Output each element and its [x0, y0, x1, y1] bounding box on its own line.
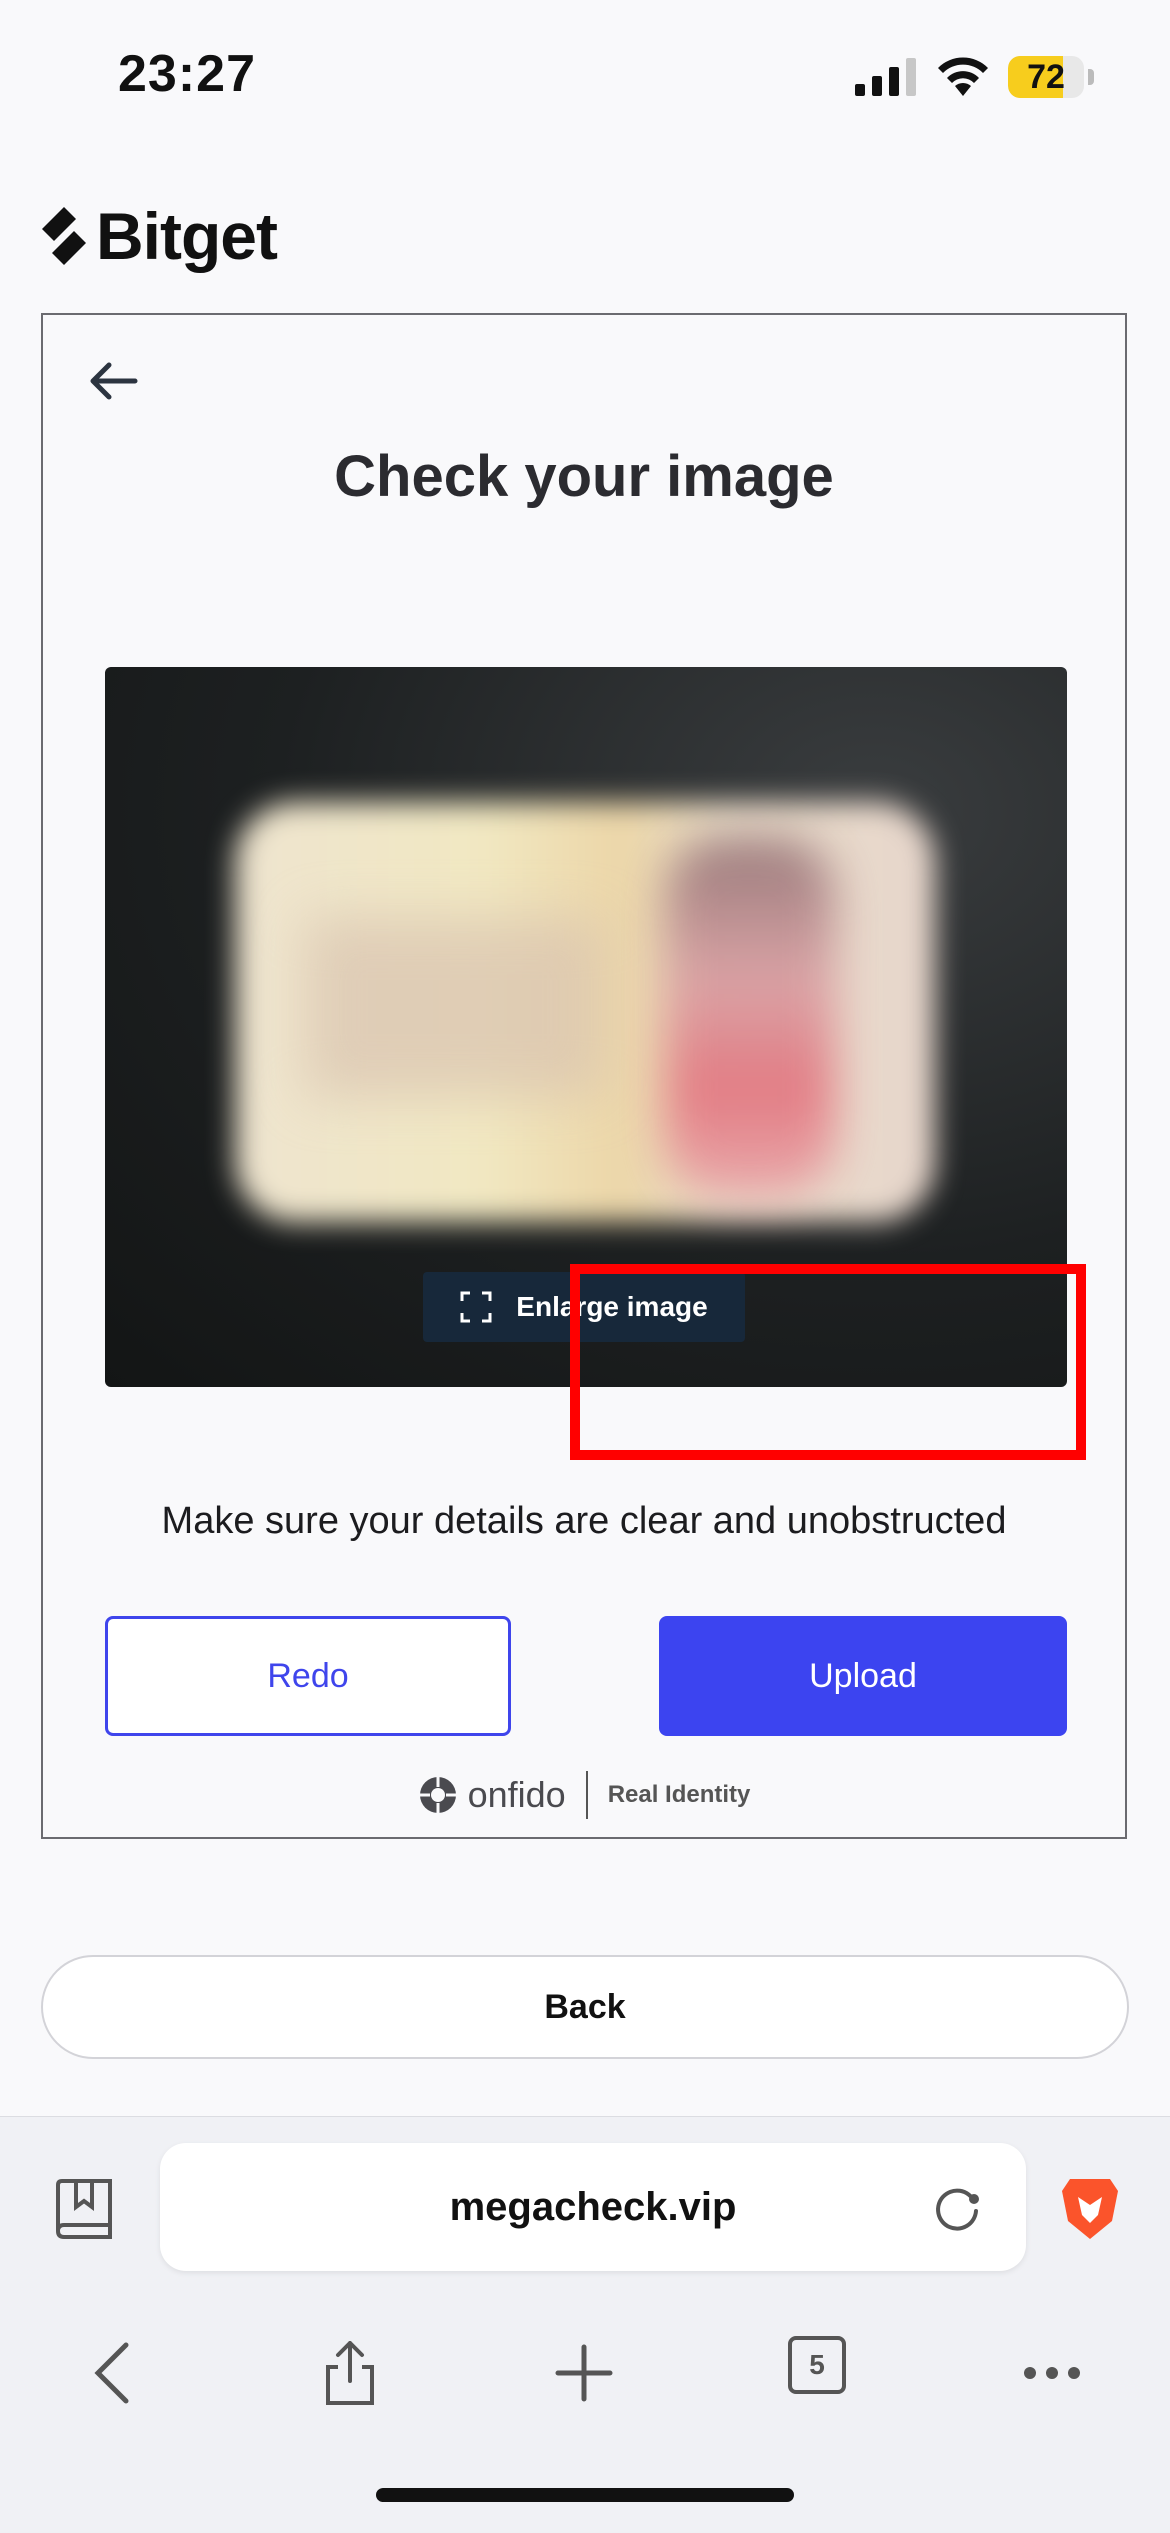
provider-tagline: Real Identity — [607, 1781, 751, 1808]
onfido-logo-icon — [419, 1777, 456, 1813]
status-time: 23:27 — [118, 45, 256, 103]
upload-highlight-box — [570, 1264, 1086, 1460]
address-bar[interactable]: megacheck.vip — [160, 2143, 1026, 2271]
bookmarks-icon[interactable] — [52, 2177, 116, 2245]
back-arrow-icon[interactable] — [85, 359, 141, 403]
redo-button[interactable]: Redo — [105, 1616, 511, 1736]
battery-icon: 72 — [1008, 56, 1094, 98]
cellular-signal-icon — [855, 58, 916, 96]
tabs-icon[interactable]: 5 — [788, 2336, 846, 2394]
browser-toolbar: megacheck.vip — [0, 2116, 1170, 2533]
battery-percent: 72 — [1027, 58, 1065, 96]
brave-lion-icon[interactable] — [1060, 2175, 1120, 2241]
chevron-left-icon[interactable] — [84, 2341, 148, 2405]
provider-name: onfido — [467, 1774, 566, 1815]
provider-footer: onfido Real Identity — [43, 1765, 1125, 1825]
page-title: Check your image — [334, 444, 834, 509]
share-icon[interactable] — [318, 2341, 382, 2405]
wifi-icon — [938, 57, 988, 96]
more-icon[interactable] — [1020, 2341, 1084, 2405]
reload-icon[interactable] — [930, 2181, 984, 2235]
browser-nav-row — [0, 2321, 1170, 2421]
blurred-photo — [665, 837, 835, 1197]
home-indicator — [376, 2488, 794, 2502]
back-button[interactable]: Back — [41, 1955, 1129, 2059]
brand-name: Bitget — [96, 199, 278, 273]
bitget-logo: Bitget — [34, 196, 278, 276]
blurred-document-text — [305, 917, 605, 1097]
instruction-text: Make sure your details are clear and uno… — [161, 1500, 1007, 1542]
status-bar: 23:27 72 — [0, 0, 1170, 150]
verification-frame: Check your image Enlarge image Make sure… — [41, 313, 1127, 1839]
url-text: megacheck.vip — [449, 2185, 737, 2229]
provider-divider — [585, 1771, 588, 1819]
upload-button[interactable]: Upload — [659, 1616, 1067, 1736]
bitget-mark-icon — [42, 207, 86, 265]
expand-icon — [460, 1291, 492, 1323]
plus-icon[interactable] — [552, 2341, 616, 2405]
